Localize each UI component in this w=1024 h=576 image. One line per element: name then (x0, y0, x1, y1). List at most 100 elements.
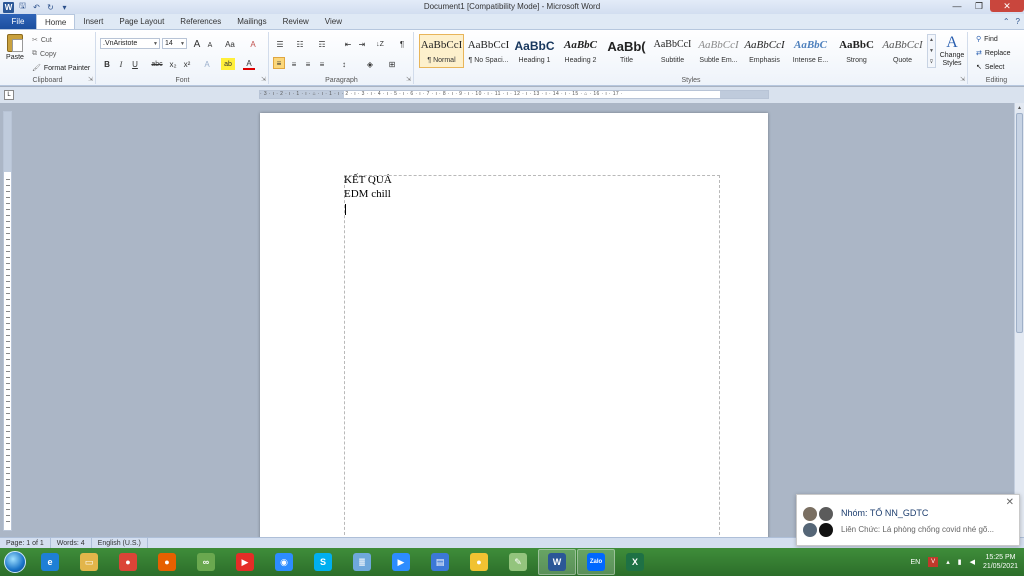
change-case-icon[interactable]: Aa (222, 38, 238, 50)
shrink-font-icon[interactable]: A (204, 39, 216, 51)
increase-indent-icon[interactable]: ⇥ (356, 38, 368, 50)
scrollbar-thumb[interactable] (1016, 113, 1023, 333)
more-styles-icon[interactable]: ⊽ (930, 59, 934, 65)
tab-view[interactable]: View (317, 14, 350, 29)
close-button[interactable]: ✕ (990, 0, 1024, 12)
paragraph-launcher-icon[interactable]: ⇲ (406, 76, 411, 83)
language-indicator[interactable]: EN (910, 559, 920, 566)
tab-insert[interactable]: Insert (75, 14, 111, 29)
taskbar-app-network-app[interactable]: ▤ (421, 549, 459, 575)
word-count[interactable]: Words: 4 (51, 538, 92, 548)
change-styles-button[interactable]: A Change Styles (938, 34, 966, 74)
align-center-button[interactable]: ≡ (288, 58, 300, 70)
undo-icon[interactable]: ↶ (31, 2, 42, 13)
tab-file[interactable]: File (0, 14, 36, 29)
underline-button[interactable]: U (129, 58, 141, 70)
customize-qat-icon[interactable]: ▾ (59, 2, 70, 13)
paste-button[interactable]: Paste (4, 34, 26, 70)
volume-icon[interactable]: ◀ (970, 558, 975, 566)
save-icon[interactable]: 🖫 (17, 1, 28, 13)
style-intense-emphasis[interactable]: AaBbC Intense E... (788, 34, 833, 68)
line-spacing-icon[interactable]: ↕ (338, 58, 350, 70)
horizontal-ruler[interactable]: · 3 · ı · 2 · ı · 1 · ı · ⌂ · ı · 1 · ı … (259, 90, 769, 99)
taskbar-app-chrome[interactable]: ● (109, 549, 147, 575)
style-heading-2[interactable]: AaBbC Heading 2 (558, 34, 603, 68)
redo-icon[interactable]: ↻ (45, 2, 56, 13)
align-left-button[interactable]: ≡ (273, 57, 285, 69)
cut-button[interactable]: ✂ Cut (32, 36, 52, 45)
show-marks-icon[interactable]: ¶ (396, 38, 408, 50)
tab-page-layout[interactable]: Page Layout (111, 14, 172, 29)
decrease-indent-icon[interactable]: ⇤ (342, 38, 354, 50)
language-status[interactable]: English (U.S.) (92, 538, 148, 548)
style-subtle-emphasis[interactable]: AaBbCcI Subtle Em... (696, 34, 741, 68)
taskbar-app-notes[interactable]: ≣ (343, 549, 381, 575)
subscript-button[interactable]: x₂ (167, 58, 179, 70)
document-line[interactable]: EDM chill (344, 188, 391, 200)
select-button[interactable]: ↖ Select (976, 63, 1004, 72)
styles-gallery-scroll[interactable]: ▲ ▼ ⊽ (927, 34, 936, 68)
chat-notification[interactable]: Nhóm: TỔ NN_GDTC Liên Chức: Lá phòng chố… (796, 494, 1020, 546)
highlight-icon[interactable]: ab (221, 58, 235, 70)
maximize-button[interactable]: ❐ (968, 0, 990, 12)
tray-arrow-icon[interactable]: ▴ (946, 558, 950, 566)
font-launcher-icon[interactable]: ⇲ (261, 76, 266, 83)
borders-icon[interactable]: ⊞ (386, 58, 398, 70)
style-emphasis[interactable]: AaBbCcI Emphasis (742, 34, 787, 68)
font-name-dropdown[interactable]: .VnAristote ▼ (100, 38, 160, 49)
scroll-down-icon[interactable]: ▼ (929, 48, 934, 54)
text-effects-icon[interactable]: A (201, 58, 213, 70)
taskbar-app-youtube[interactable]: ▶ (226, 549, 264, 575)
page-count[interactable]: Page: 1 of 1 (0, 538, 51, 548)
scroll-up-arrow-icon[interactable]: ▲ (1015, 103, 1024, 112)
style-no-spacing[interactable]: AaBbCcI ¶ No Spaci... (466, 34, 511, 68)
grow-font-icon[interactable]: A (191, 38, 203, 50)
vertical-scrollbar[interactable]: ▲ (1014, 103, 1024, 537)
taskbar-app-firefox[interactable]: ● (148, 549, 186, 575)
taskbar-app-zoom[interactable]: ▶ (382, 549, 420, 575)
format-painter-button[interactable]: 🖌 Format Painter (32, 64, 90, 73)
taskbar-app-zalo[interactable]: Zalo (577, 549, 615, 575)
shading-icon[interactable]: ◈ (364, 58, 376, 70)
taskbar-app-app-green[interactable]: ∞ (187, 549, 225, 575)
taskbar-app-skype[interactable]: S (304, 549, 342, 575)
clipboard-launcher-icon[interactable]: ⇲ (88, 76, 93, 83)
numbering-icon[interactable]: ☷ (294, 38, 306, 50)
justify-button[interactable]: ≡ (316, 58, 328, 70)
tab-references[interactable]: References (172, 14, 229, 29)
replace-button[interactable]: ⇄ Replace (976, 49, 1011, 58)
taskbar-app-paint[interactable]: ✎ (499, 549, 537, 575)
taskbar-app-word[interactable]: W (538, 549, 576, 575)
close-icon[interactable]: ✕ (1006, 497, 1014, 508)
clock[interactable]: 15:25 PM 21/05/2021 (983, 553, 1018, 571)
multilevel-list-icon[interactable]: ☶ (316, 38, 328, 50)
style-title[interactable]: AaBb( Title (604, 34, 649, 68)
taskbar-app-file-explorer[interactable]: ▭ (70, 549, 108, 575)
collapse-ribbon-icon[interactable]: ⌃ (1003, 17, 1010, 26)
style-strong[interactable]: AaBbC Strong (834, 34, 879, 68)
find-button[interactable]: ⚲ Find (976, 35, 998, 44)
tab-review[interactable]: Review (275, 14, 317, 29)
style-heading-1[interactable]: AaBbC Heading 1 (512, 34, 557, 68)
document-page[interactable]: KẾT QUẢ EDM chill (260, 113, 768, 545)
tab-home[interactable]: Home (36, 14, 76, 29)
copy-button[interactable]: ⧉ Copy (32, 50, 56, 58)
style-subtitle[interactable]: AaBbCcI Subtitle (650, 34, 695, 68)
tab-selector-icon[interactable]: L (4, 90, 14, 100)
help-icon[interactable]: ? (1016, 17, 1020, 26)
tray-flag-icon[interactable]: V (928, 557, 939, 567)
font-size-dropdown[interactable]: 14 ▼ (162, 38, 187, 49)
start-button[interactable] (0, 549, 30, 575)
clear-formatting-icon[interactable]: A (247, 38, 259, 50)
style-normal[interactable]: AaBbCcI ¶ Normal (419, 34, 464, 68)
align-right-button[interactable]: ≡ (302, 58, 314, 70)
word-logo-icon[interactable]: W (3, 1, 14, 13)
superscript-button[interactable]: x² (181, 58, 193, 70)
taskbar-app-zalo-meet[interactable]: ◉ (265, 549, 303, 575)
minimize-button[interactable]: — (946, 0, 968, 12)
taskbar-app-excel[interactable]: X (616, 549, 654, 575)
taskbar-app-colorful-app[interactable]: ● (460, 549, 498, 575)
font-color-icon[interactable]: A (243, 58, 255, 70)
taskbar-app-internet-explorer[interactable]: e (31, 549, 69, 575)
network-icon[interactable]: ▮ (958, 558, 962, 566)
